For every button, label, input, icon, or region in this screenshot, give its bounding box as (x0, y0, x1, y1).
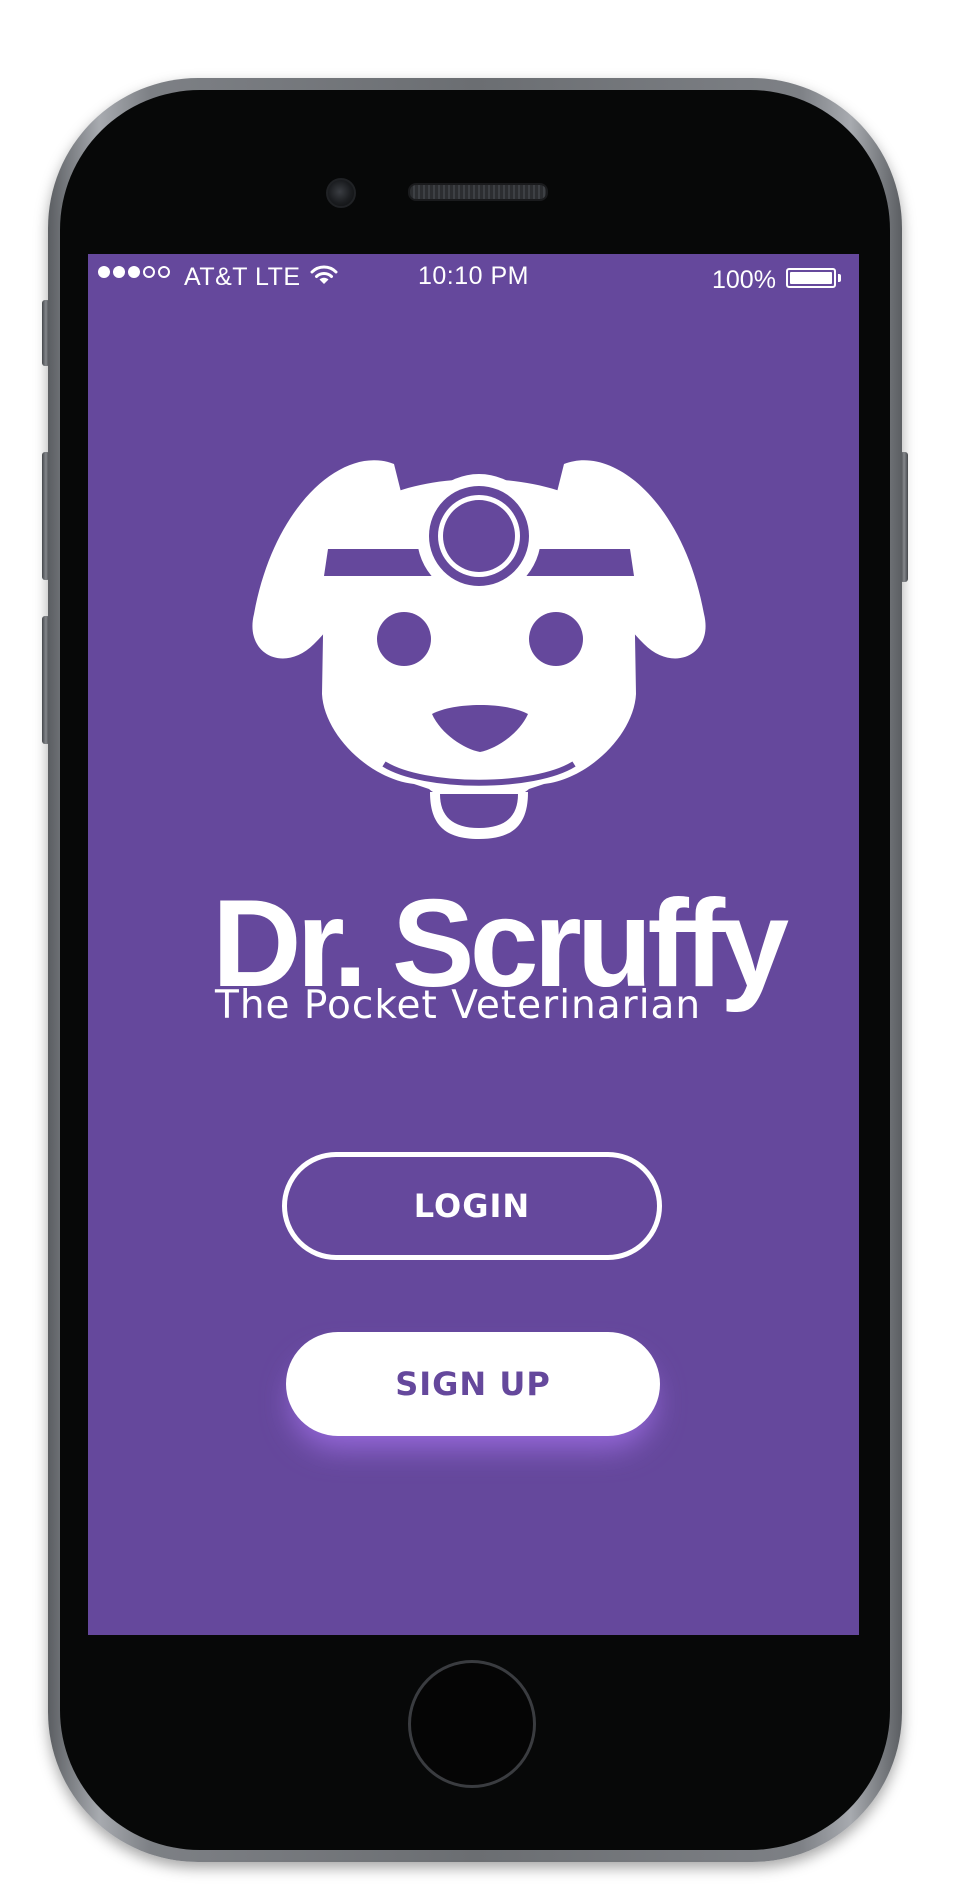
sign-up-button[interactable]: SIGN UP (286, 1332, 660, 1436)
device-mockup: AT&T LTE 10:10 PM 100% Dr. Scruffy The P… (0, 0, 959, 1890)
battery-percentage: 100% (712, 266, 776, 294)
status-bar: AT&T LTE 10:10 PM 100% (88, 254, 859, 306)
home-button[interactable] (408, 1660, 536, 1788)
app-tagline: The Pocket Veterinarian (215, 983, 702, 1028)
dog-logo-icon (252, 460, 706, 839)
battery-fill (790, 272, 832, 284)
carrier-label: AT&T LTE (184, 263, 301, 291)
app-screen: AT&T LTE 10:10 PM 100% Dr. Scruffy The P… (88, 254, 859, 1635)
login-button[interactable]: LOGIN (282, 1152, 662, 1260)
battery-icon (786, 268, 836, 288)
earpiece-speaker (408, 183, 548, 201)
signal-dots-icon (98, 266, 170, 278)
front-camera (326, 178, 356, 208)
status-time: 10:10 PM (418, 262, 530, 290)
battery-tip (838, 274, 841, 282)
wifi-icon (310, 265, 338, 284)
